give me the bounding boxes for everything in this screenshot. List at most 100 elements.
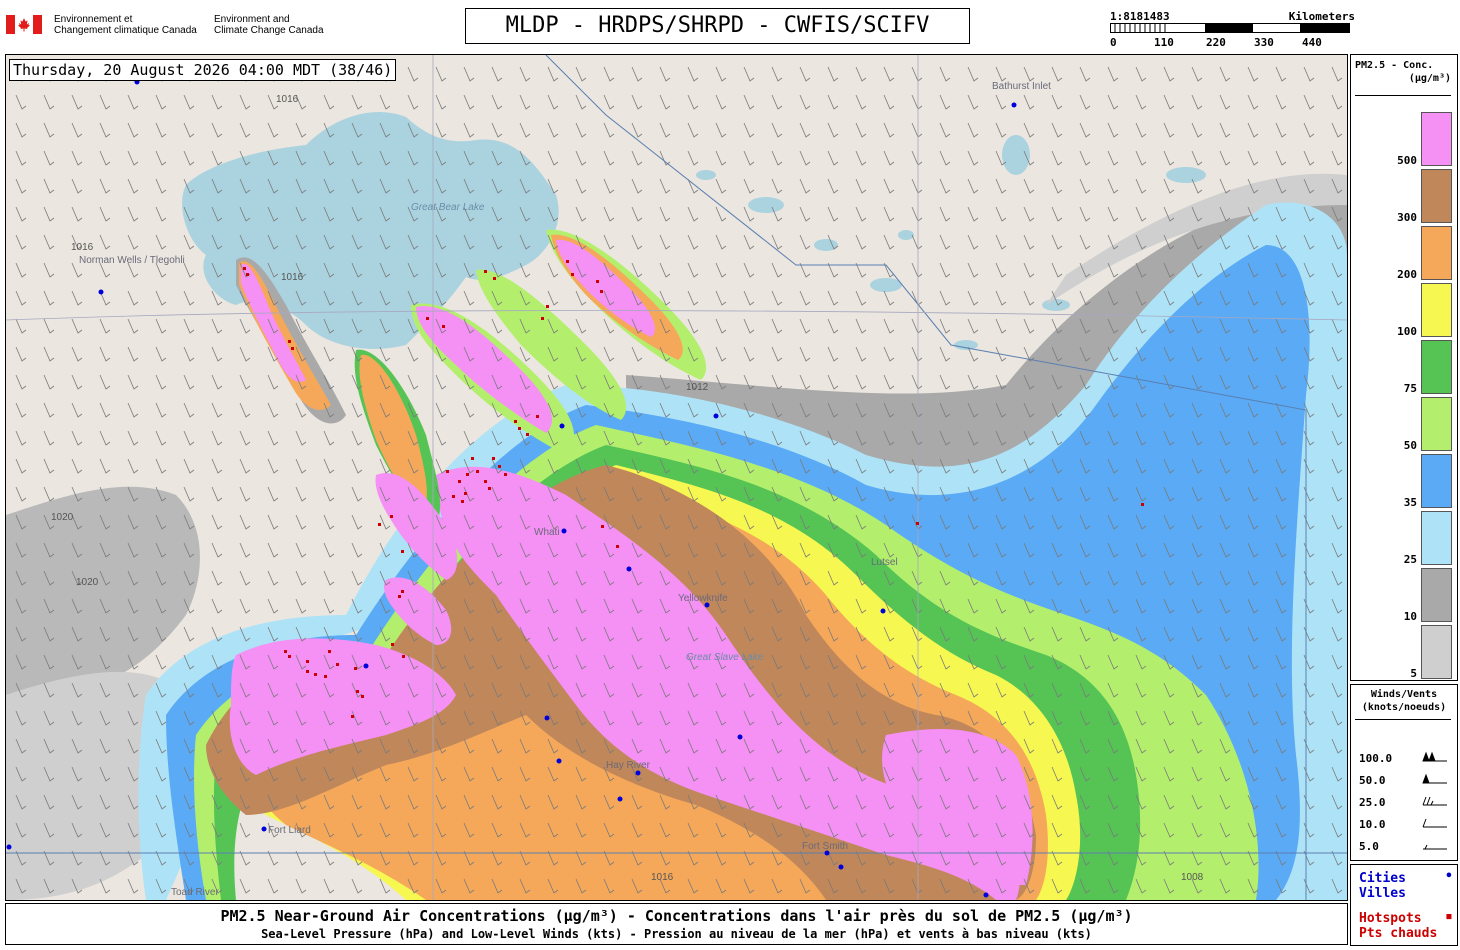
city-marker[interactable] [561,528,567,534]
hotspots-legend-label: Hotspots Pts chauds [1359,911,1438,941]
canada-flag-icon [6,15,42,34]
city-marker[interactable] [880,608,886,614]
city-marker[interactable] [626,566,632,572]
isobar-label: 1020 [76,577,99,588]
hotspot-marker [466,473,469,476]
wind-legend: Winds/Vents (knots/noeuds) 100.0 50.0 25.… [1350,684,1458,861]
hotspot-marker [288,655,291,658]
scale-tick: 330 [1254,36,1274,49]
legend-swatch [1421,283,1452,337]
hotspot-marker [571,273,574,276]
hotspot-marker [351,715,354,718]
hotspot-marker [306,670,309,673]
city-marker[interactable] [98,289,104,295]
caption-line-1: PM2.5 Near-Ground Air Concentrations (µg… [220,907,1133,925]
hotspot-marker [336,663,339,666]
isobar-label: 1016 [281,272,304,283]
wind-speed-label: 25.0 [1359,796,1386,809]
hotspot-marker [324,675,327,678]
legend-swatch [1421,397,1452,451]
legend-swatch [1421,511,1452,565]
hotspot-marker [398,595,401,598]
hotspot-marker [464,492,467,495]
city-marker[interactable] [559,423,565,429]
legend-swatch [1421,568,1452,622]
legend-level-label: 300 [1397,211,1417,224]
scale-tick: 110 [1154,36,1174,49]
lake-label: Great Slave Lake [686,652,764,663]
lake-label: Great Bear Lake [411,202,485,213]
city-marker[interactable] [1011,102,1017,108]
wind-speed-label: 5.0 [1359,840,1379,853]
city-marker[interactable] [983,892,989,898]
hotspot-marker [566,260,569,263]
concentration-map[interactable]: 1016 1016 1016 1020 1020 1008 1016 1012 … [6,55,1347,900]
map-caption: PM2.5 Near-Ground Air Concentrations (µg… [5,903,1348,945]
place-label: Fort Liard [268,825,311,836]
legend-swatch [1421,454,1452,508]
caption-line-2: Sea-Level Pressure (hPa) and Low-Level W… [261,927,1092,941]
hotspot-marker [306,660,309,663]
scale-unit: Kilometers [1288,10,1355,23]
legend-swatch [1421,340,1452,394]
hotspot-marker [291,347,294,350]
hotspot-marker [354,667,357,670]
hotspot-marker [536,415,539,418]
scale-tick: 220 [1206,36,1226,49]
legend-level-label: 200 [1397,268,1417,281]
hotspot-marker [601,525,604,528]
department-name-french: Environnement et Changement climatique Ca… [54,14,197,36]
hotspot-marker [616,545,619,548]
hotspot-marker [596,280,599,283]
legend-title: PM2.5 - Conc. (µg/m³) [1355,60,1451,84]
city-marker[interactable] [838,864,844,870]
legend-level-label: 100 [1397,325,1417,338]
hotspot-marker [402,655,405,658]
hotspot-marker [526,433,529,436]
place-label: Hay River [606,760,651,771]
city-marker[interactable] [635,770,641,776]
scale-tick: 0 [1110,36,1117,49]
hotspot-marker [541,317,544,320]
isobar-label: 1020 [51,512,74,523]
city-marker[interactable] [6,844,12,850]
legend-swatch [1421,169,1452,223]
hotspot-marker [243,267,246,270]
city-marker[interactable] [617,796,623,802]
hotspot-marker [391,643,394,646]
hotspot-marker [452,495,455,498]
city-marker[interactable] [363,663,369,669]
isobar-label: 1016 [276,94,299,105]
hotspot-marker [518,427,521,430]
legend-level-label: 10 [1403,610,1417,623]
city-marker[interactable] [261,826,267,832]
hotspot-marker [600,290,603,293]
hotspot-marker [246,273,249,276]
hotspot-marker [484,480,487,483]
legend-level-label: 50 [1403,439,1417,452]
hotspot-marker [1141,503,1144,506]
wind-legend-title: Winds/Vents (knots/noeuds) [1361,689,1447,713]
legend-level-label: 35 [1403,496,1417,509]
legend-level-label: 5 [1410,667,1417,680]
hotspot-marker [514,420,517,423]
hotspot-marker [476,470,479,473]
hotspot-marker [461,500,464,503]
map-panel[interactable]: 1016 1016 1016 1020 1020 1008 1016 1012 … [5,54,1348,901]
isobar-label: 1012 [686,382,709,393]
legend-level-label: 25 [1403,553,1417,566]
city-marker[interactable] [544,715,550,721]
city-marker[interactable] [713,413,719,419]
legend-swatch [1421,112,1452,166]
city-marker[interactable] [556,758,562,764]
hotspot-marker [488,487,491,490]
isobar-label: 1016 [651,872,674,883]
eccc-logo: Environnement et Changement climatique Ca… [6,12,326,42]
hotspot-marker [390,515,393,518]
city-marker[interactable] [737,734,743,740]
hotspot-square-icon: ▪ [1445,909,1453,924]
concentration-legend: PM2.5 - Conc. (µg/m³) 500 300 200 100 75 50 35… [1350,54,1458,681]
header: Environnement et Changement climatique Ca… [0,0,1460,52]
legend-level-label: 75 [1403,382,1417,395]
hotspot-marker [504,473,507,476]
